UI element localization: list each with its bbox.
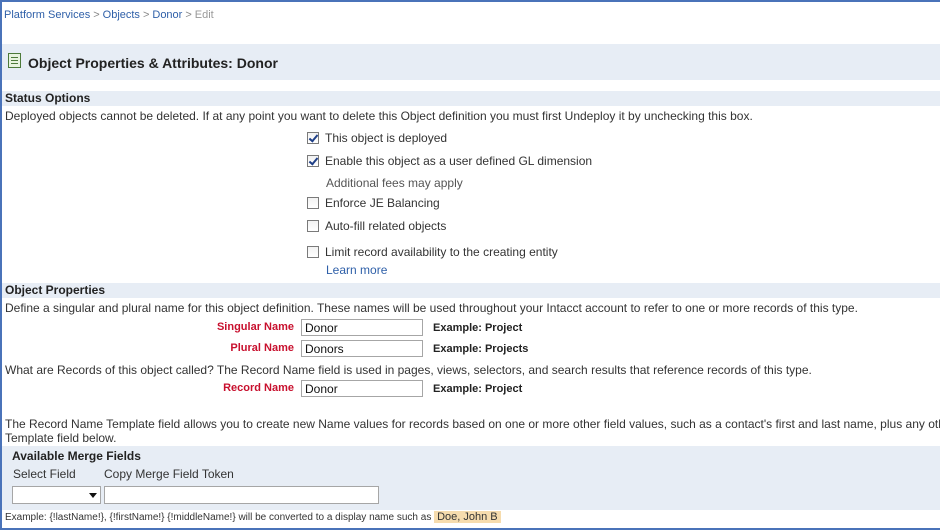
gl-dimension-label: Enable this object as a user defined GL …	[325, 154, 593, 168]
breadcrumb-donor[interactable]: Donor	[152, 9, 182, 21]
singular-name-label: Singular Name	[216, 321, 294, 333]
page-title: Object Properties & Attributes: Donor	[28, 55, 278, 71]
je-balancing-label: Enforce JE Balancing	[325, 196, 440, 210]
plural-name-input[interactable]	[301, 340, 423, 357]
section-object-properties: Object Properties	[2, 283, 940, 298]
template-description-line-2: Template field below.	[5, 431, 117, 445]
checkbox-row-limit-entity[interactable]: Limit record availability to the creatin…	[307, 245, 558, 259]
checkbox-row-gl-dimension[interactable]: Enable this object as a user defined GL …	[307, 154, 592, 168]
merge-token-input[interactable]	[104, 486, 379, 504]
chevron-down-icon[interactable]	[89, 493, 97, 498]
fees-note: Additional fees may apply	[326, 176, 463, 190]
copy-token-label: Copy Merge Field Token	[104, 467, 234, 481]
select-field-dropdown[interactable]	[12, 486, 101, 504]
status-description: Deployed objects cannot be deleted. If a…	[5, 109, 753, 123]
breadcrumb-current: Edit	[194, 9, 214, 21]
learn-more-link[interactable]: Learn more	[326, 263, 387, 277]
object-properties-description: Define a singular and plural name for th…	[5, 301, 858, 315]
breadcrumb-separator: >	[185, 9, 192, 21]
breadcrumb-separator: >	[93, 9, 100, 21]
plural-name-label: Plural Name	[230, 342, 294, 354]
section-status-options: Status Options	[2, 91, 940, 106]
document-icon	[8, 53, 21, 68]
breadcrumb-separator: >	[142, 9, 150, 21]
checkbox-row-je-balancing[interactable]: Enforce JE Balancing	[307, 196, 440, 210]
record-name-input[interactable]	[301, 380, 423, 397]
merge-example-line: Example: {!lastName!}, {!firstName!} {!m…	[2, 510, 940, 524]
singular-example: Example: Project	[433, 322, 523, 334]
auto-fill-label: Auto-fill related objects	[325, 219, 447, 233]
limit-entity-checkbox[interactable]	[307, 246, 319, 258]
je-balancing-checkbox[interactable]	[307, 197, 319, 209]
breadcrumb: Platform Services > Objects > Donor > Edit	[4, 9, 214, 21]
record-name-description: What are Records of this object called? …	[5, 363, 812, 377]
plural-example: Example: Projects	[433, 343, 529, 355]
page-header: Object Properties & Attributes: Donor	[2, 44, 940, 80]
record-name-label: Record Name	[223, 382, 294, 394]
select-field-label: Select Field	[13, 467, 76, 481]
merge-fields-panel: Available Merge Fields Select Field Copy…	[2, 446, 940, 510]
breadcrumb-objects[interactable]: Objects	[103, 9, 140, 21]
template-description-line-1: The Record Name Template field allows yo…	[5, 417, 940, 431]
auto-fill-checkbox[interactable]	[307, 220, 319, 232]
deployed-checkbox[interactable]	[307, 132, 319, 144]
record-example: Example: Project	[433, 383, 523, 395]
singular-name-input[interactable]	[301, 319, 423, 336]
merge-fields-title: Available Merge Fields	[12, 449, 141, 463]
gl-dimension-checkbox[interactable]	[307, 155, 319, 167]
breadcrumb-platform-services[interactable]: Platform Services	[4, 9, 90, 21]
limit-entity-label: Limit record availability to the creatin…	[325, 245, 558, 259]
merge-example-text: Example: {!lastName!}, {!firstName!} {!m…	[5, 512, 432, 523]
checkbox-row-deployed[interactable]: This object is deployed	[307, 131, 447, 145]
deployed-label: This object is deployed	[325, 131, 448, 145]
merge-example-highlight: Doe, John B	[434, 511, 501, 523]
checkbox-row-auto-fill[interactable]: Auto-fill related objects	[307, 219, 446, 233]
